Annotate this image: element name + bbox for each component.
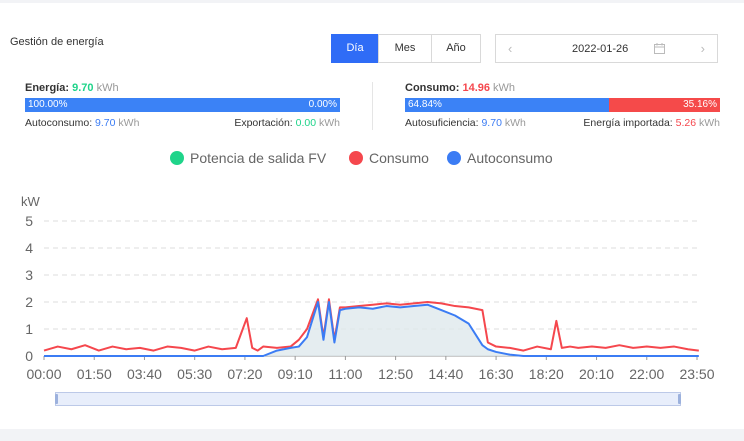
- y-tick-label: 3: [25, 267, 33, 283]
- x-tick-label: 07:20: [227, 366, 262, 382]
- zoom-slider[interactable]: [55, 392, 681, 406]
- power-chart: kW 0 1 2 3 4 5 00:00 01:50 03:40 05:30 07:20 09:10…: [21, 194, 715, 382]
- x-tick-label: 23:50: [679, 366, 714, 382]
- y-tick-labels: 0 1 2 3 4 5: [25, 213, 33, 364]
- x-tick-label: 11:00: [328, 366, 362, 382]
- x-tick-label: 05:30: [177, 366, 212, 382]
- x-tick-label: 03:40: [127, 366, 162, 382]
- y-axis-label: kW: [21, 194, 41, 209]
- y-tick-label: 1: [25, 321, 33, 337]
- x-tick-label: 18:20: [529, 366, 564, 382]
- x-tick-label: 09:10: [278, 366, 313, 382]
- y-tick-label: 0: [25, 348, 33, 364]
- chart-series: [43, 298, 699, 357]
- x-tick-labels: 00:00 01:50 03:40 05:30 07:20 09:10 11:00 12:50…: [26, 356, 715, 382]
- x-tick-label: 22:00: [629, 366, 664, 382]
- y-tick-label: 5: [25, 213, 33, 229]
- x-tick-label: 16:30: [479, 366, 514, 382]
- y-tick-label: 2: [25, 294, 33, 310]
- x-tick-label: 12:50: [378, 366, 413, 382]
- zoom-handle-right[interactable]: [678, 394, 681, 404]
- x-tick-label: 14:40: [428, 366, 463, 382]
- zoom-handle-left[interactable]: [55, 394, 58, 404]
- x-tick-label: 20:10: [579, 366, 614, 382]
- x-tick-label: 01:50: [77, 366, 112, 382]
- y-tick-label: 4: [25, 240, 33, 256]
- x-tick-label: 00:00: [26, 366, 61, 382]
